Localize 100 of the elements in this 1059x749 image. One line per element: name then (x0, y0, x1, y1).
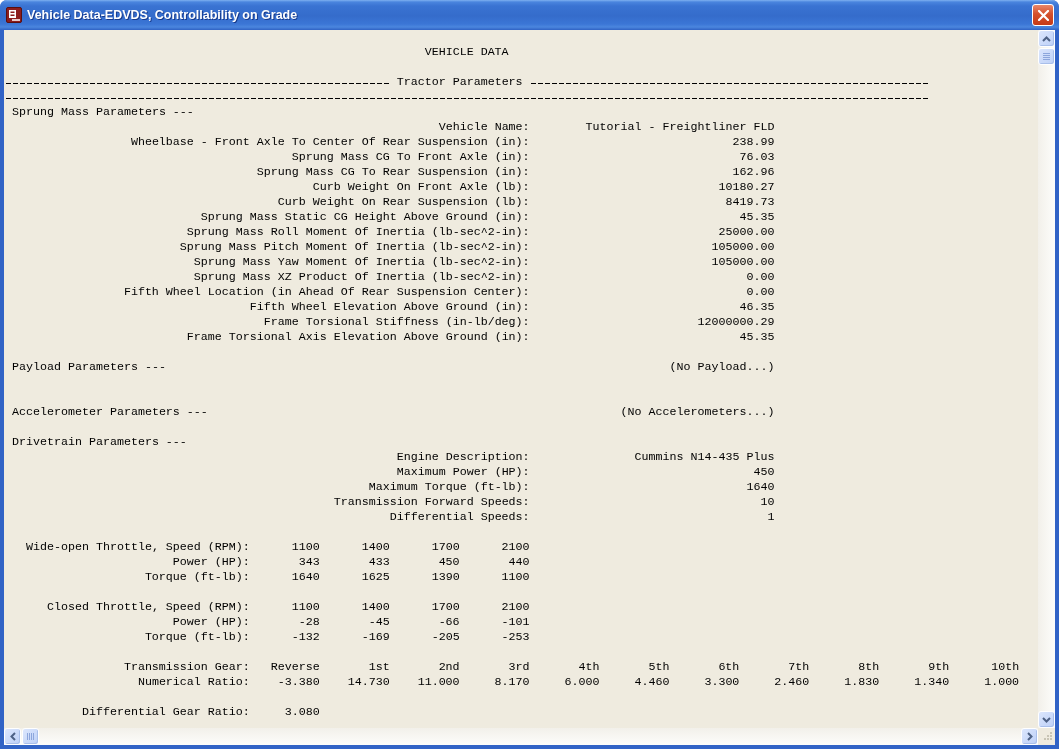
row-label: Torque (ft-lb): (144, 570, 250, 584)
scroll-left-button[interactable] (4, 728, 21, 745)
chevron-down-icon (1042, 716, 1051, 723)
table-cell: 10th (991, 660, 1020, 674)
field-label: Fifth Wheel Elevation Above Ground (in): (249, 300, 530, 314)
row-label: Power (HP): (172, 615, 250, 629)
table-cell: -3.380 (277, 675, 320, 689)
field-value: 0.00 (746, 285, 775, 299)
table-cell: 8th (858, 660, 880, 674)
table-cell: 14.730 (347, 675, 390, 689)
field-value: Tutorial - Freightliner FLD (585, 120, 775, 134)
table-cell: 1640 (291, 570, 320, 584)
row-label: Transmission Gear: (123, 660, 250, 674)
table-cell: 3rd (508, 660, 530, 674)
field-value: 25000.00 (718, 225, 775, 239)
resize-grip-icon[interactable] (1042, 732, 1053, 743)
field-label: Curb Weight On Rear Suspension (lb): (277, 195, 530, 209)
scroll-right-button[interactable] (1021, 728, 1038, 745)
table-cell: Reverse (270, 660, 320, 674)
field-value: 105000.00 (711, 255, 775, 269)
table-cell: -132 (291, 630, 320, 644)
table-cell: 1400 (361, 540, 390, 554)
table-cell: 6th (718, 660, 740, 674)
empty-note: (No Accelerometers...) (620, 405, 775, 420)
field-value: 162.96 (732, 165, 775, 179)
field-value: 45.35 (739, 330, 775, 344)
table-cell: 1400 (361, 600, 390, 614)
table-cell: 8.170 (494, 675, 530, 689)
row-label: Torque (ft-lb): (144, 630, 250, 644)
table-cell: 1100 (501, 570, 530, 584)
field-value: 0.00 (746, 270, 775, 284)
table-cell: 3.300 (704, 675, 740, 689)
row-label: Differential Gear Ratio: (81, 705, 250, 719)
window-title: Vehicle Data-EDVDS, Controllability on Grade (27, 8, 298, 22)
table-cell: 2.460 (774, 675, 810, 689)
field-value: 12000000.29 (697, 315, 775, 329)
table-cell: 4th (578, 660, 600, 674)
table-cell: -205 (431, 630, 460, 644)
scroll-thumb[interactable] (1038, 48, 1055, 65)
table-cell: 343 (298, 555, 320, 569)
field-label: Sprung Mass Static CG Height Above Ground (in): (200, 210, 530, 224)
field-label: Fifth Wheel Location (in Ahead Of Rear Suspension Center): (123, 285, 530, 299)
field-value: 76.03 (739, 150, 775, 164)
section-title: Tractor Parameters (396, 75, 523, 90)
table-cell: 1100 (291, 600, 320, 614)
table-cell: 1625 (361, 570, 390, 584)
field-value: 1 (767, 510, 775, 524)
field-value: 45.35 (739, 210, 775, 224)
field-label: Maximum Power (HP): (396, 465, 530, 479)
table-cell: -28 (298, 615, 320, 629)
field-label: Engine Description: (396, 450, 530, 464)
table-cell: 440 (508, 555, 530, 569)
field-label: Sprung Mass CG To Rear Suspension (in): (256, 165, 530, 179)
group-title: Sprung Mass Parameters --- (12, 105, 194, 120)
field-value: 105000.00 (711, 240, 775, 254)
chevron-right-icon (1026, 732, 1033, 741)
scroll-up-button[interactable] (1038, 30, 1055, 47)
row-label: Closed Throttle, Speed (RPM): (46, 600, 250, 614)
table-cell: 1.000 (984, 675, 1020, 689)
table-cell: 1700 (431, 540, 460, 554)
table-cell: 1st (368, 660, 390, 674)
row-label: Numerical Ratio: (137, 675, 250, 689)
table-cell: 1.340 (914, 675, 950, 689)
vertical-scrollbar[interactable] (1038, 30, 1055, 728)
row-label: Power (HP): (172, 555, 250, 569)
table-cell: -253 (501, 630, 530, 644)
field-label: Maximum Torque (ft-lb): (368, 480, 530, 494)
field-label: Sprung Mass CG To Front Axle (in): (291, 150, 530, 164)
scroll-thumb[interactable] (22, 728, 39, 745)
table-cell: 2100 (501, 540, 530, 554)
field-value: 8419.73 (725, 195, 775, 209)
table-cell: 5th (648, 660, 670, 674)
field-label: Sprung Mass Roll Moment Of Inertia (lb-sec^2-in): (186, 225, 530, 239)
close-button[interactable] (1032, 4, 1054, 26)
field-label: Frame Torsional Stiffness (in-lb/deg): (263, 315, 530, 329)
grip-lines-icon (26, 733, 35, 740)
field-label: Frame Torsional Axis Elevation Above Ground (in): (186, 330, 530, 344)
table-cell: 1700 (431, 600, 460, 614)
horizontal-scrollbar[interactable] (4, 728, 1038, 745)
field-label: Transmission Forward Speeds: (333, 495, 530, 509)
table-cell: -169 (361, 630, 390, 644)
field-label: Differential Speeds: (389, 510, 530, 524)
table-cell: -45 (368, 615, 390, 629)
scroll-down-button[interactable] (1038, 711, 1055, 728)
table-cell: 1.830 (844, 675, 880, 689)
field-label: Curb Weight On Front Axle (lb): (312, 180, 530, 194)
empty-note: (No Payload...) (669, 360, 775, 375)
field-value: Cummins N14-435 Plus (634, 450, 775, 464)
chevron-up-icon (1042, 35, 1051, 42)
field-label: Sprung Mass XZ Product Of Inertia (lb-sec^2-in): (193, 270, 530, 284)
table-cell: 11.000 (417, 675, 460, 689)
table-cell: 433 (368, 555, 390, 569)
chevron-left-icon (9, 732, 16, 741)
table-cell: 9th (928, 660, 950, 674)
table-cell: 7th (788, 660, 810, 674)
table-cell: 2100 (501, 600, 530, 614)
table-cell: -101 (501, 615, 530, 629)
row-label: Wide-open Throttle, Speed (RPM): (25, 540, 250, 554)
field-label: Sprung Mass Pitch Moment Of Inertia (lb-sec^2-in): (179, 240, 530, 254)
table-cell: -66 (438, 615, 460, 629)
